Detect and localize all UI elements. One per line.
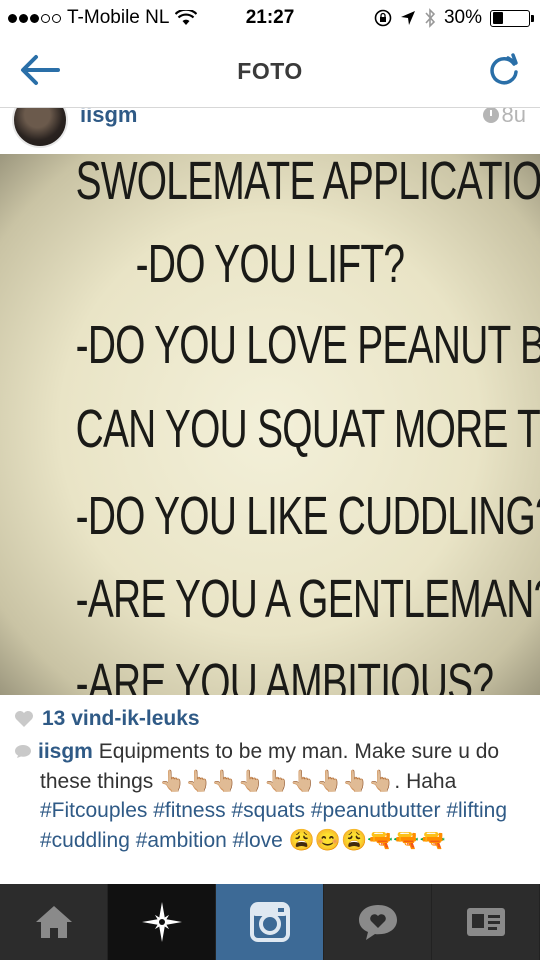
hashtag-link[interactable]: #Fitcouples	[40, 799, 147, 822]
hashtag-link[interactable]: #peanutbutter	[311, 799, 441, 822]
rotation-lock-icon	[374, 9, 392, 27]
photo-text-line: SWOLEMATE APPLICATION:	[75, 154, 540, 211]
caption-emoji: 😩😊😩🔫🔫🔫	[288, 828, 446, 852]
photo-text-line: CAN YOU SQUAT MORE THAN ME	[75, 399, 540, 459]
navigation-bar: FOTO	[0, 36, 540, 108]
caption-text: Equipments to be my man. Make sure u do …	[40, 740, 500, 793]
hashtag-link[interactable]: #cuddling	[40, 829, 130, 852]
hashtag-link[interactable]: #fitness	[153, 799, 225, 822]
avatar[interactable]	[12, 108, 68, 148]
location-icon	[400, 11, 415, 25]
status-bar: T-Mobile NL 21:27 30%	[0, 0, 540, 36]
tab-explore[interactable]	[108, 884, 216, 960]
post-photo[interactable]: SWOLEMATE APPLICATION: -DO YOU LIFT? -DO…	[0, 154, 540, 695]
bluetooth-icon	[425, 8, 436, 28]
clock-icon	[482, 108, 499, 123]
profile-icon	[466, 908, 505, 936]
battery-icon	[490, 9, 534, 27]
home-icon	[35, 906, 72, 938]
photo-text-line: -DO YOU LIKE CUDDLING?	[75, 486, 540, 546]
tab-home[interactable]	[0, 884, 108, 960]
comment-bubble-icon	[15, 745, 31, 758]
photo-text-line: -ARE YOU A GENTLEMAN?	[75, 569, 540, 629]
caption-username[interactable]: iisgm	[38, 740, 93, 763]
hashtag-link[interactable]: #lifting	[446, 799, 507, 822]
refresh-icon[interactable]	[486, 52, 522, 88]
photo-text-line: -DO YOU LOVE PEANUT BUTTER?	[75, 315, 540, 375]
post-age: 8u	[482, 108, 526, 128]
status-right: 30%	[374, 7, 534, 29]
heart-icon	[15, 711, 33, 727]
caption: iisgm Equipments to be my man. Make sure…	[14, 737, 534, 855]
likes-row[interactable]: 13 vind-ik-leuks	[14, 707, 200, 731]
tab-activity[interactable]	[324, 884, 432, 960]
post-header: iisgm 8u	[0, 108, 540, 154]
photo-text-line: -DO YOU LIFT?	[135, 234, 405, 294]
explore-icon	[141, 902, 182, 942]
page-title: FOTO	[237, 58, 303, 84]
hashtag-link[interactable]: #love	[233, 829, 283, 852]
tab-profile[interactable]	[432, 884, 540, 960]
hashtag-link[interactable]: #squats	[231, 799, 305, 822]
tab-bar	[0, 884, 540, 960]
tab-camera[interactable]	[216, 884, 324, 960]
activity-icon	[358, 905, 397, 940]
likes-count: 13 vind-ik-leuks	[42, 707, 200, 730]
battery-percent: 30%	[443, 7, 482, 28]
post-username[interactable]: iisgm	[80, 108, 137, 128]
post-age-label: 8u	[501, 108, 526, 127]
camera-icon	[249, 902, 290, 942]
photo-text-line: -ARE YOU AMBITIOUS?	[75, 653, 494, 695]
hashtag-link[interactable]: #ambition	[136, 829, 227, 852]
